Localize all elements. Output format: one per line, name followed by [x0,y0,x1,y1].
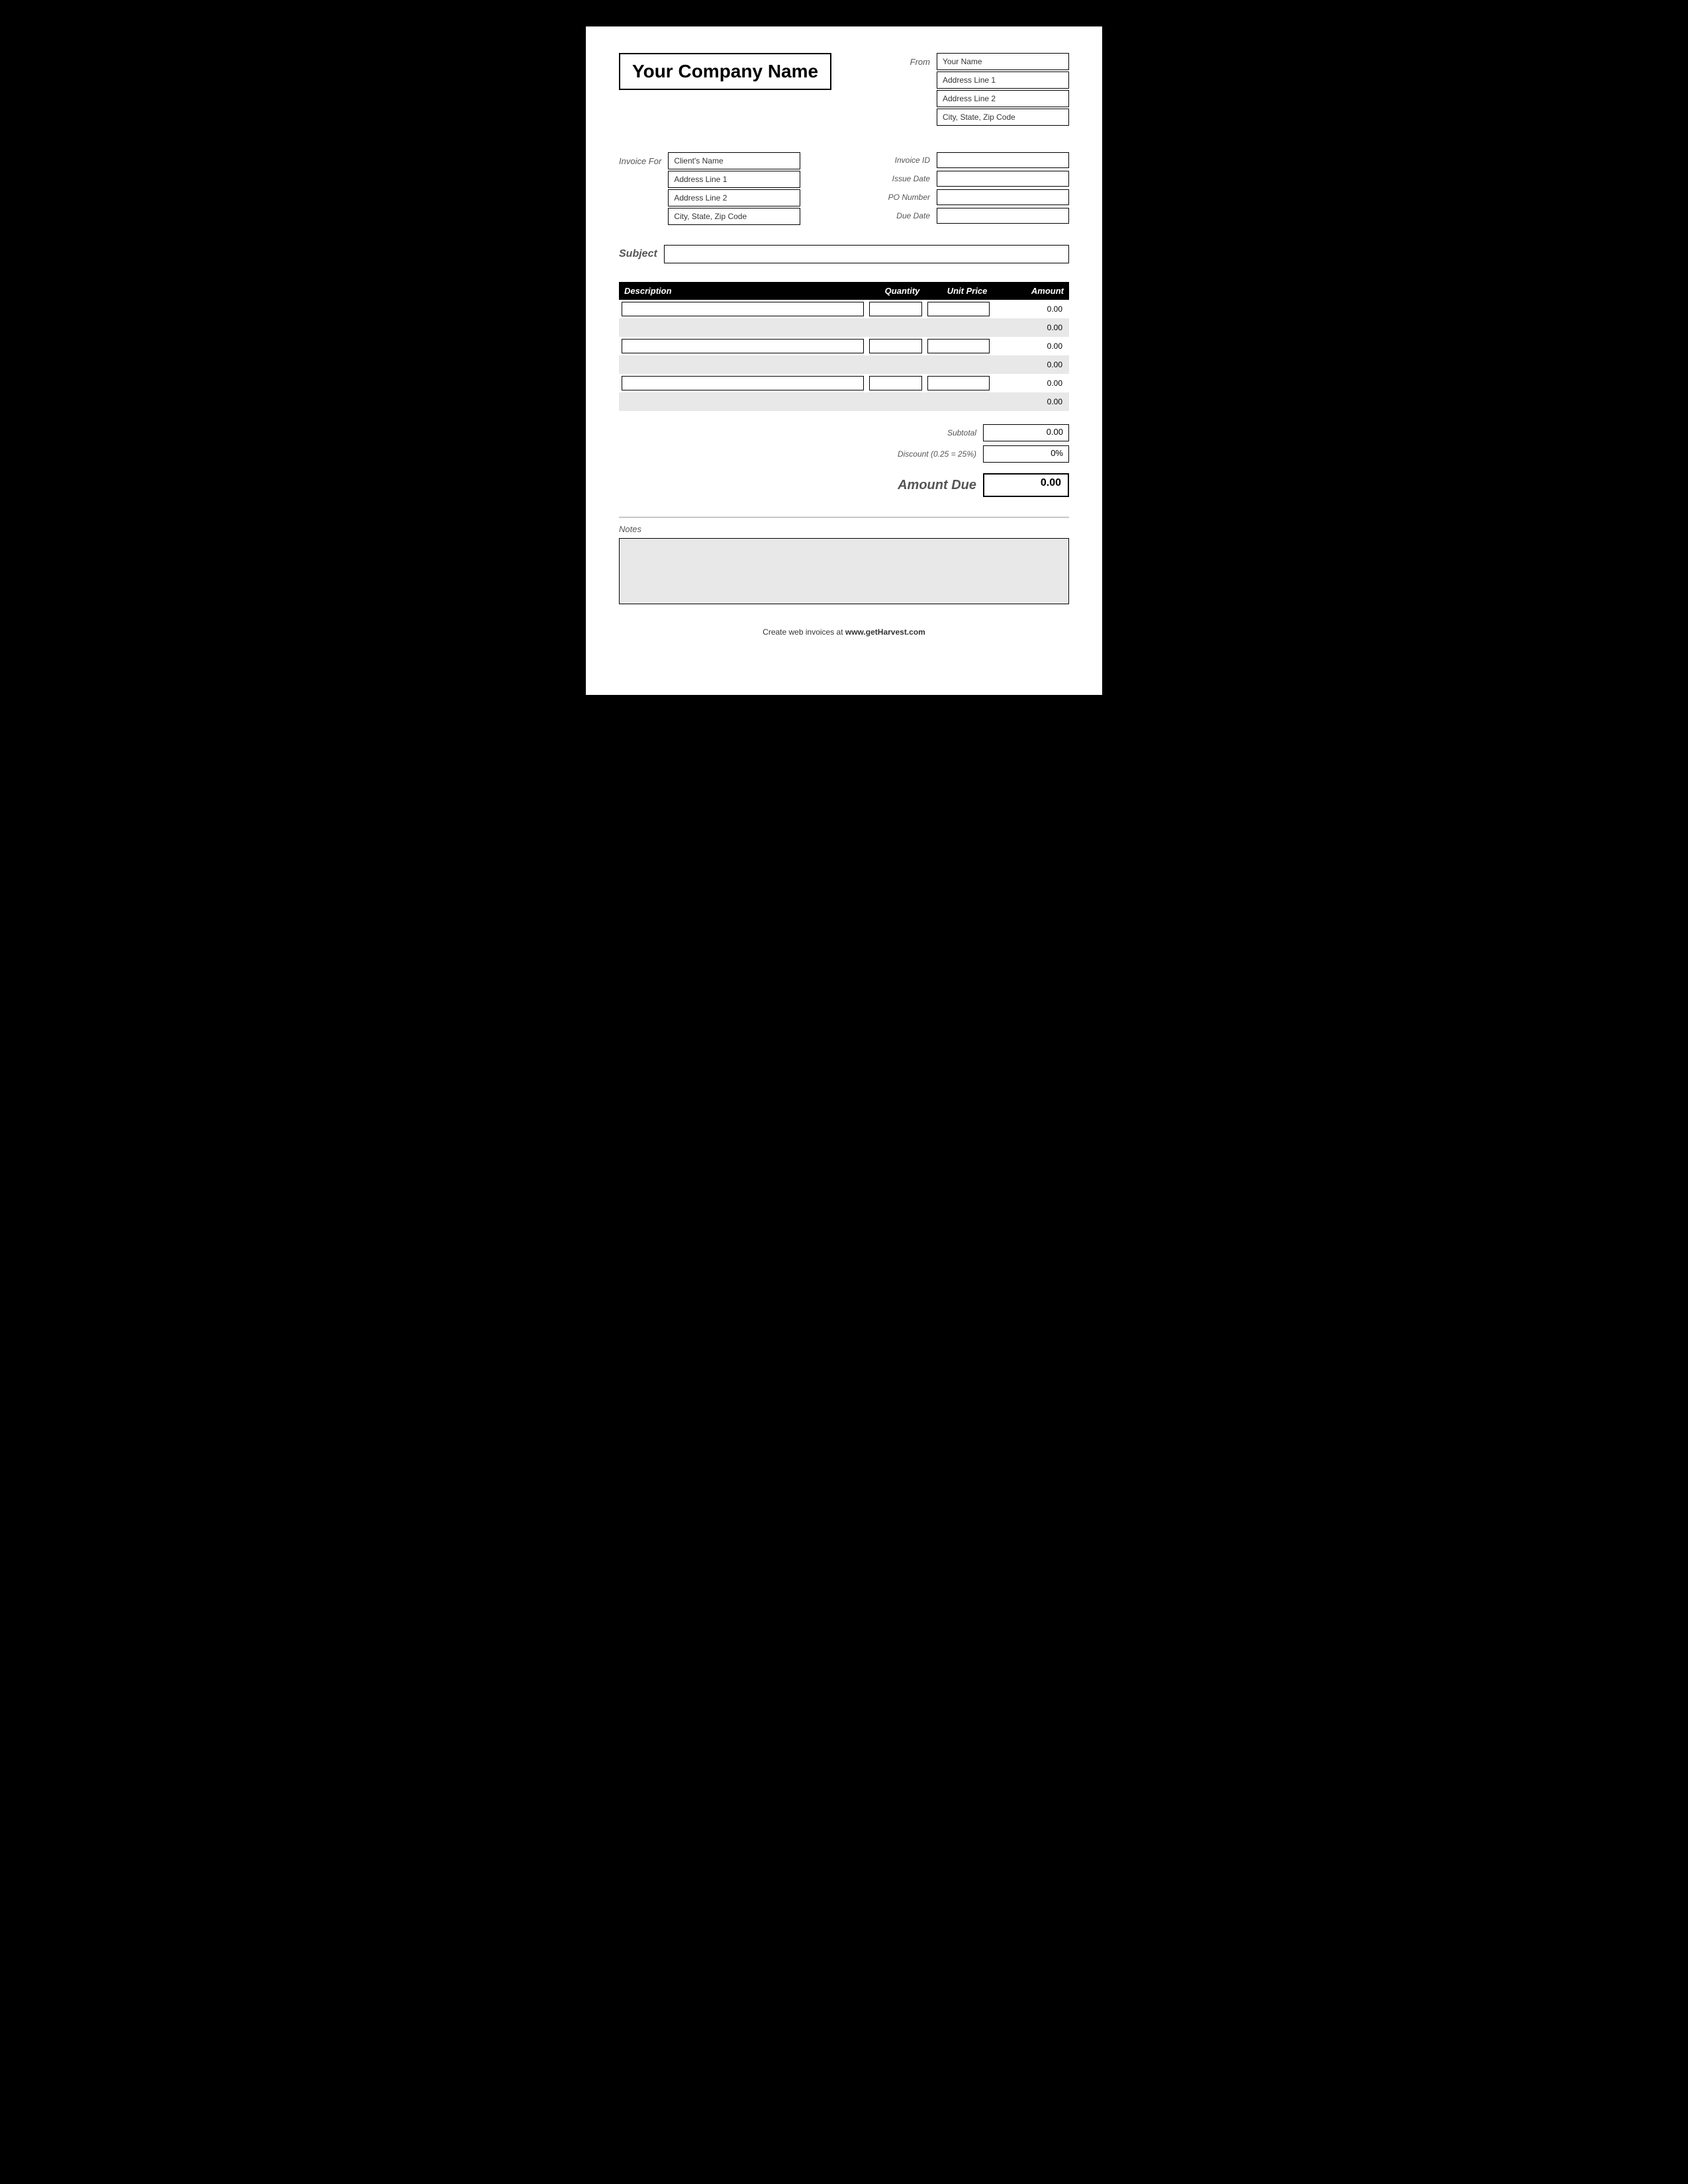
table-row: 0.00 [619,392,1069,411]
subtotal-row: Subtotal 0.00 [870,424,1069,441]
row-1-description[interactable] [622,320,864,335]
po-number-label: PO Number [870,193,930,202]
amount-due-label: Amount Due [870,478,976,493]
invoice-meta-section: Invoice For Client's Name Address Line 1… [619,152,1069,225]
issue-date-row: Issue Date [870,171,1069,187]
from-fields: Your Name Address Line 1 Address Line 2 … [937,53,1069,126]
notes-label: Notes [619,524,1069,534]
table-row: 0.00 [619,355,1069,374]
col-unit-price: Unit Price [925,282,992,300]
row-2-desc-cell [619,337,867,355]
from-label: From [910,57,930,67]
discount-row: Discount (0.25 = 25%) 0% [870,445,1069,463]
row-0-amount: 0.00 [992,300,1069,318]
row-3-description[interactable] [622,357,864,372]
row-5-description[interactable] [622,394,864,409]
client-name[interactable]: Client's Name [668,152,800,169]
row-3-qty-cell [867,355,925,374]
amount-due-value[interactable]: 0.00 [983,473,1069,497]
row-0-unit-cell [925,300,992,318]
table-row: 0.00 [619,318,1069,337]
subject-section: Subject [619,245,1069,263]
row-4-description[interactable] [622,376,864,390]
invoice-id-field[interactable] [937,152,1069,168]
row-3-desc-cell [619,355,867,374]
subject-label: Subject [619,248,657,260]
discount-label: Discount (0.25 = 25%) [870,449,976,459]
from-address2[interactable]: Address Line 2 [937,90,1069,107]
discount-value[interactable]: 0% [983,445,1069,463]
col-description: Description [619,282,867,300]
footer: Create web invoices at www.getHarvest.co… [619,627,1069,637]
row-2-qty-cell [867,337,925,355]
row-5-unit-cell [925,392,992,411]
col-amount: Amount [992,282,1069,300]
invoice-id-row: Invoice ID [870,152,1069,168]
row-4-unit-price[interactable] [927,376,990,390]
section-divider [619,517,1069,518]
po-number-field[interactable] [937,189,1069,205]
invoice-for-section: Invoice For Client's Name Address Line 1… [619,152,800,225]
row-4-desc-cell [619,374,867,392]
from-address1[interactable]: Address Line 1 [937,71,1069,89]
due-date-row: Due Date [870,208,1069,224]
row-0-description[interactable] [622,302,864,316]
row-5-desc-cell [619,392,867,411]
row-1-desc-cell [619,318,867,337]
client-address2[interactable]: Address Line 2 [668,189,800,206]
from-name[interactable]: Your Name [937,53,1069,70]
row-1-amount: 0.00 [992,318,1069,337]
table-row: 0.00 [619,374,1069,392]
footer-text: Create web invoices at [763,627,845,637]
from-section: From Your Name Address Line 1 Address Li… [910,53,1069,126]
row-0-qty-cell [867,300,925,318]
company-name[interactable]: Your Company Name [619,53,831,90]
subtotal-label: Subtotal [870,428,976,437]
po-number-row: PO Number [870,189,1069,205]
invoice-id-label: Invoice ID [870,156,930,165]
amount-due-row: Amount Due 0.00 [870,473,1069,497]
subject-field[interactable] [664,245,1069,263]
row-1-unit-cell [925,318,992,337]
due-date-label: Due Date [870,211,930,220]
col-quantity: Quantity [867,282,925,300]
row-5-amount: 0.00 [992,392,1069,411]
from-city[interactable]: City, State, Zip Code [937,109,1069,126]
invoice-table: Description Quantity Unit Price Amount 0… [619,282,1069,411]
issue-date-label: Issue Date [870,174,930,183]
issue-date-field[interactable] [937,171,1069,187]
row-2-description[interactable] [622,339,864,353]
row-0-unit-price[interactable] [927,302,990,316]
header-section: Your Company Name From Your Name Address… [619,53,1069,126]
row-4-amount: 0.00 [992,374,1069,392]
row-2-amount: 0.00 [992,337,1069,355]
table-row: 0.00 [619,337,1069,355]
row-5-qty-cell [867,392,925,411]
due-date-field[interactable] [937,208,1069,224]
invoice-for-label: Invoice For [619,156,661,166]
row-4-unit-cell [925,374,992,392]
row-4-quantity[interactable] [869,376,922,390]
row-2-unit-cell [925,337,992,355]
footer-link[interactable]: www.getHarvest.com [845,627,925,637]
subtotal-value[interactable]: 0.00 [983,424,1069,441]
row-1-qty-cell [867,318,925,337]
row-3-unit-cell [925,355,992,374]
table-row: 0.00 [619,300,1069,318]
row-2-unit-price[interactable] [927,339,990,353]
invoice-page: Your Company Name From Your Name Address… [586,26,1102,695]
row-0-quantity[interactable] [869,302,922,316]
row-4-qty-cell [867,374,925,392]
client-address1[interactable]: Address Line 1 [668,171,800,188]
totals-section: Subtotal 0.00 Discount (0.25 = 25%) 0% A… [619,424,1069,497]
invoice-info-section: Invoice ID Issue Date PO Number Due Date [870,152,1069,225]
row-2-quantity[interactable] [869,339,922,353]
invoice-for-fields: Client's Name Address Line 1 Address Lin… [668,152,800,225]
notes-section: Notes [619,524,1069,608]
client-city[interactable]: City, State, Zip Code [668,208,800,225]
row-3-amount: 0.00 [992,355,1069,374]
row-0-desc-cell [619,300,867,318]
notes-field[interactable] [619,538,1069,604]
